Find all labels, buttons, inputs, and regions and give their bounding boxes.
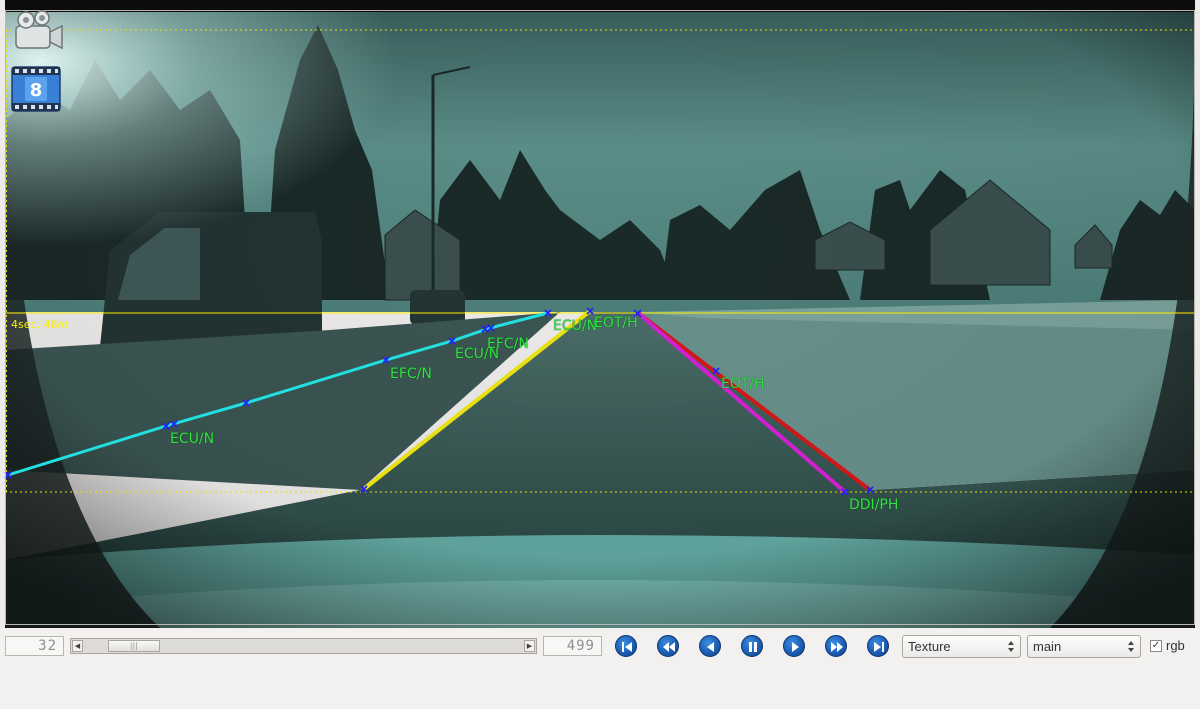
- horizon-distance-label: 4sec, 46m: [11, 318, 69, 331]
- skip-to-start-icon: [622, 642, 632, 652]
- updown-arrows-icon: [1008, 641, 1014, 652]
- current-frame-display[interactable]: 32: [5, 636, 64, 656]
- frame-slider[interactable]: ◀ ||| ▶: [70, 638, 537, 654]
- stream-select[interactable]: main: [1027, 635, 1141, 658]
- mode-select[interactable]: Texture: [902, 635, 1021, 658]
- film-frame-icon[interactable]: 8: [11, 66, 61, 112]
- fast-rewind-button[interactable]: [657, 635, 679, 657]
- video-viewport[interactable]: ECU/N EFC/N ECU/N EFC/N ECU/N EOT/H EOT/…: [0, 0, 1200, 628]
- skip-to-end-button[interactable]: [867, 635, 889, 657]
- pause-button[interactable]: [741, 635, 763, 657]
- pause-icon: [749, 642, 757, 652]
- step-forward-icon: [792, 642, 799, 652]
- video-camera-icon[interactable]: [10, 8, 65, 56]
- film-badge-number: 8: [30, 80, 43, 101]
- slider-right-arrow[interactable]: ▶: [524, 640, 535, 652]
- skip-to-end-icon: [874, 642, 884, 652]
- rgb-label: rgb: [1166, 638, 1185, 653]
- fast-forward-icon: [831, 642, 843, 652]
- slider-left-arrow[interactable]: ◀: [72, 640, 83, 652]
- fast-rewind-icon: [663, 642, 675, 652]
- step-back-button[interactable]: [699, 635, 721, 657]
- updown-arrows-icon: [1128, 641, 1134, 652]
- checkmark-icon: ✓: [1151, 640, 1161, 651]
- step-back-icon: [707, 642, 714, 652]
- mode-select-value: Texture: [908, 639, 951, 654]
- total-frames-display: 499: [543, 636, 602, 656]
- fast-forward-button[interactable]: [825, 635, 847, 657]
- step-forward-button[interactable]: [783, 635, 805, 657]
- stream-select-value: main: [1033, 639, 1062, 654]
- camera-frame: [4, 0, 1195, 628]
- slider-handle[interactable]: |||: [107, 640, 160, 652]
- skip-to-start-button[interactable]: [615, 635, 637, 657]
- rgb-checkbox[interactable]: ✓: [1150, 640, 1162, 652]
